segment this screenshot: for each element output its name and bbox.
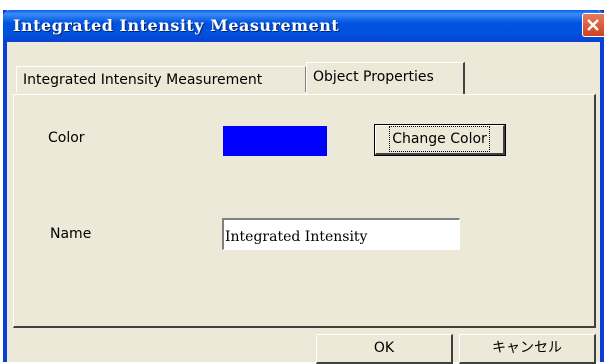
name-label: Name xyxy=(50,226,92,242)
ok-button[interactable]: OK xyxy=(316,334,453,364)
cancel-button[interactable]: キャンセル xyxy=(459,334,596,364)
title-bar[interactable]: Integrated Intensity Measurement xyxy=(3,10,604,42)
window-title: Integrated Intensity Measurement xyxy=(13,16,340,35)
change-color-button[interactable]: Change Color xyxy=(374,124,506,156)
color-label: Color xyxy=(48,130,85,146)
color-swatch xyxy=(223,126,327,156)
close-icon xyxy=(587,19,599,31)
change-color-label: Change Color xyxy=(389,126,490,152)
close-button[interactable] xyxy=(582,13,604,37)
tab-object-properties[interactable]: Object Properties xyxy=(306,62,465,94)
tab-integrated-intensity-measurement[interactable]: Integrated Intensity Measurement xyxy=(16,66,306,92)
object-properties-panel: Color Change Color Name xyxy=(13,94,596,328)
name-field[interactable] xyxy=(222,218,460,250)
dialog-window: Integrated Intensity Measurement Integra… xyxy=(3,10,604,364)
